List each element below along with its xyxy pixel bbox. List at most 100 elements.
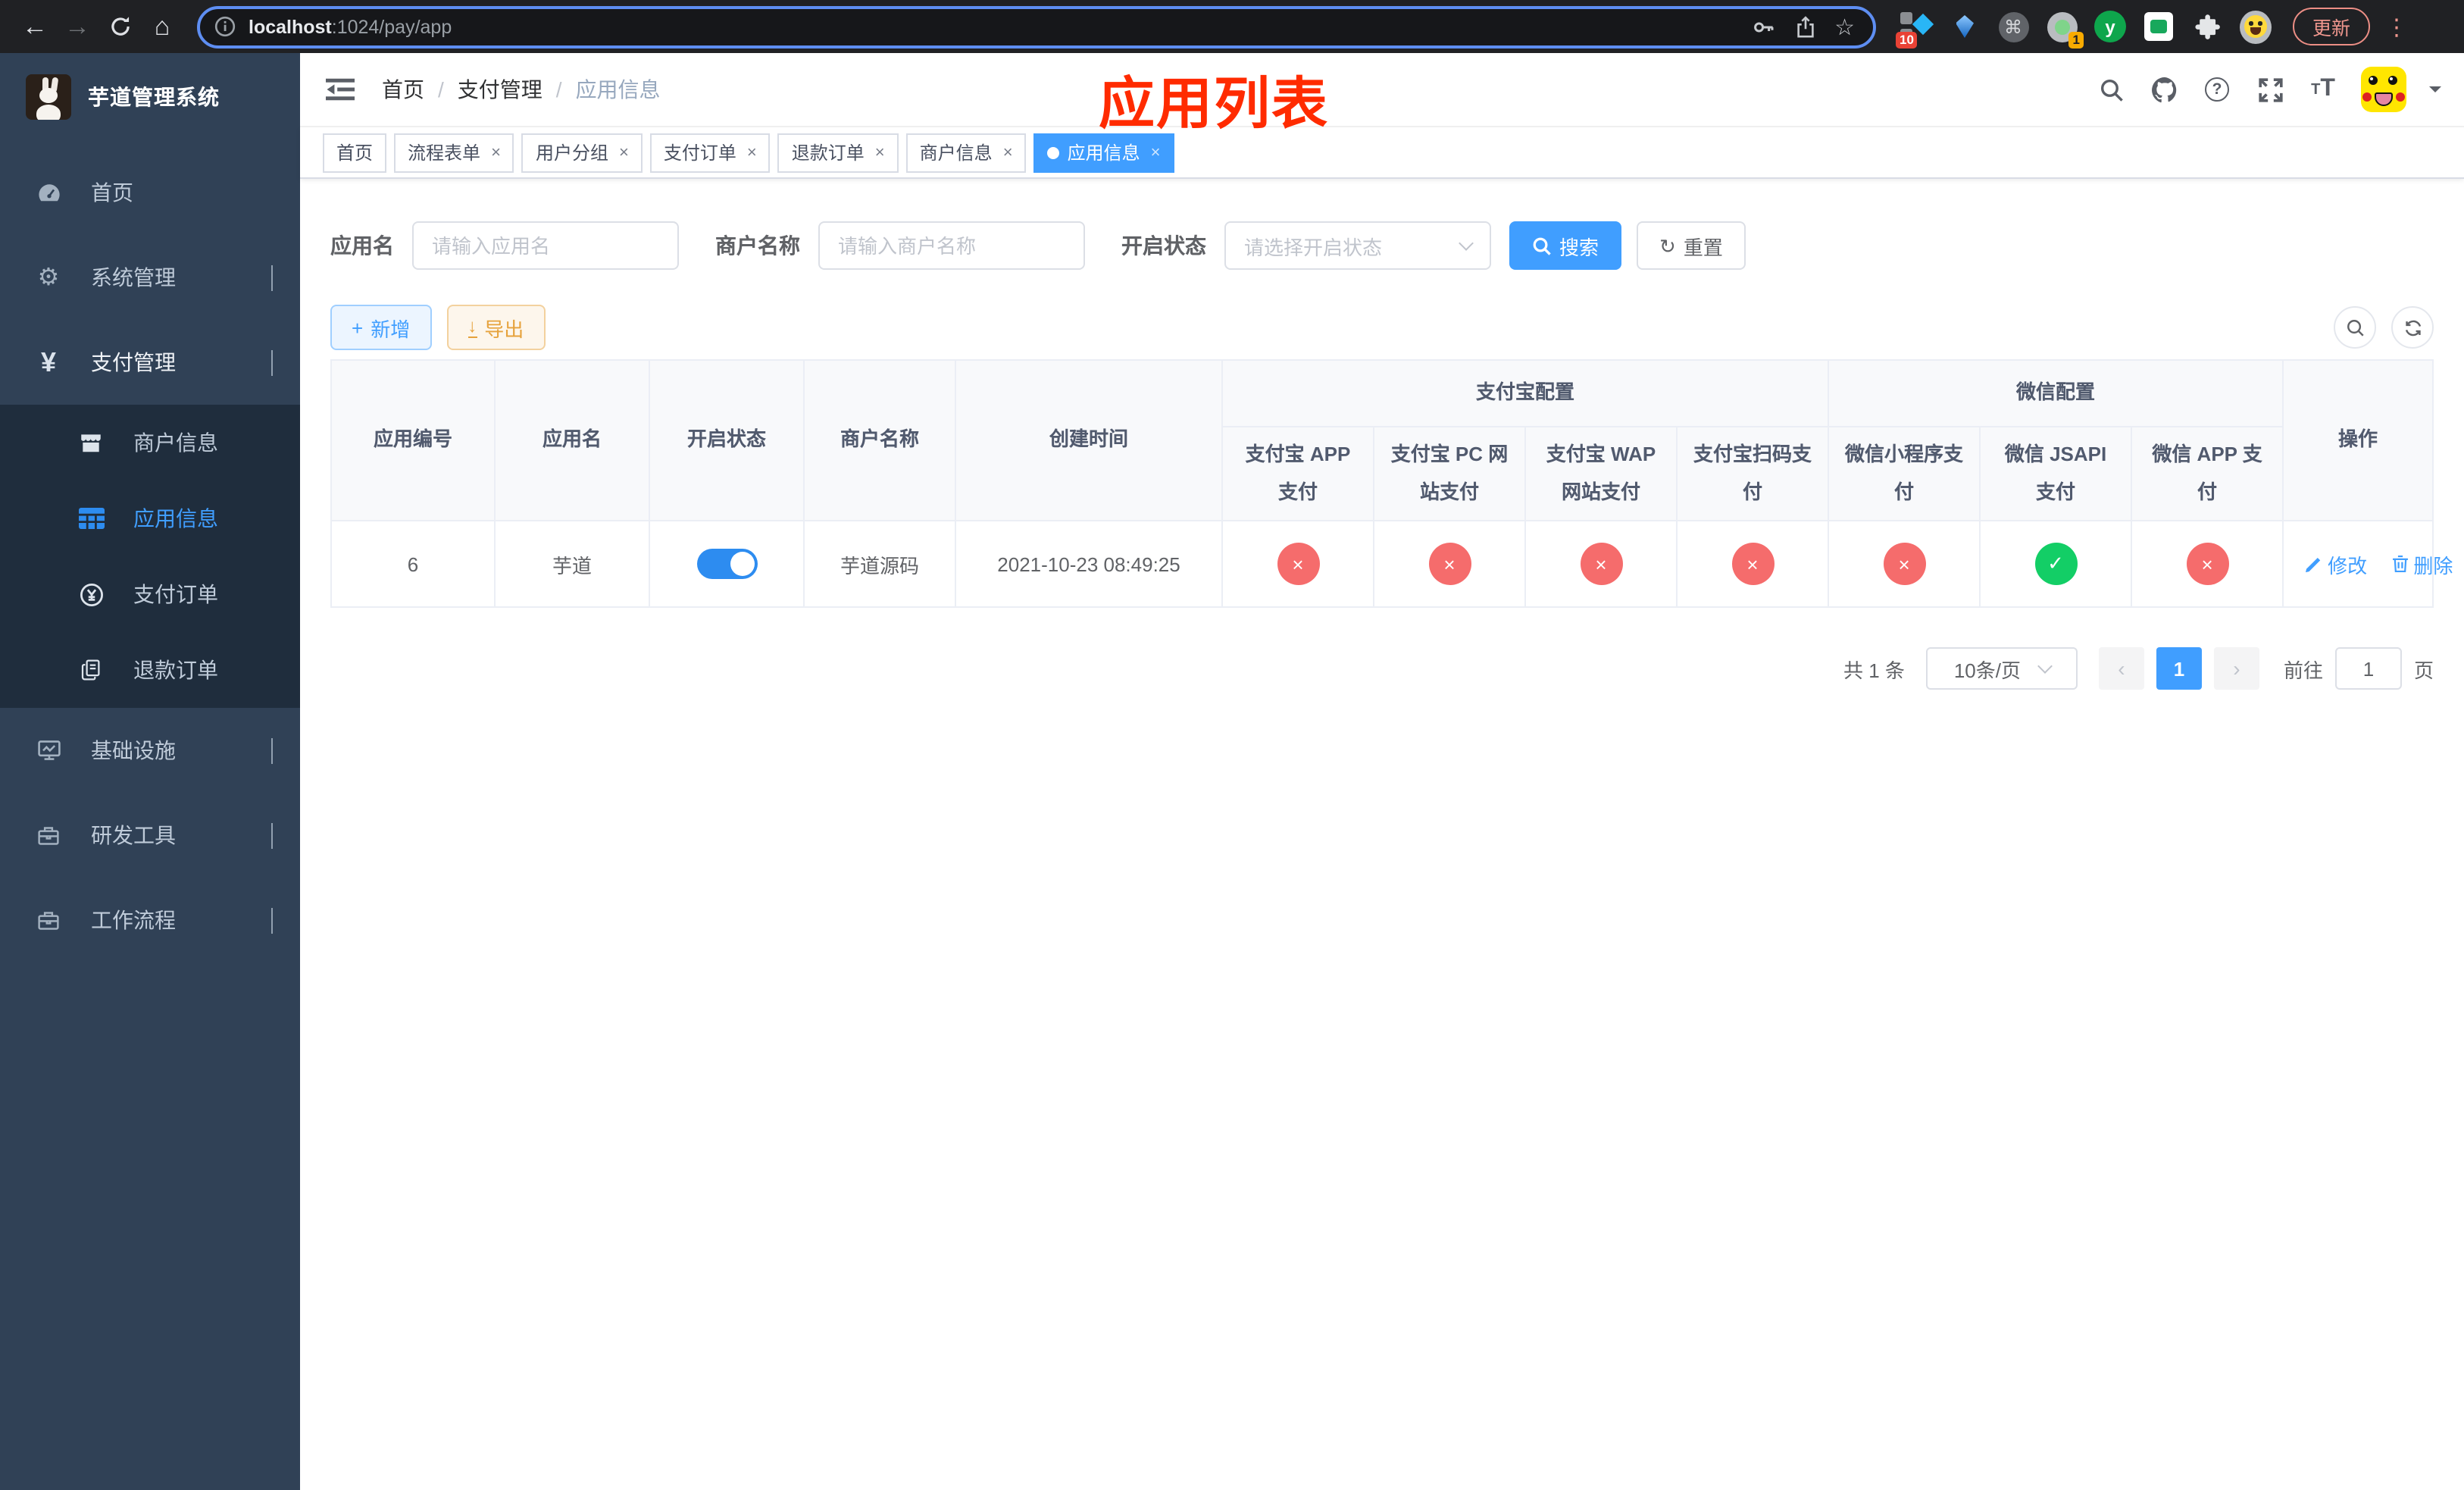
search-button[interactable]: 搜索 bbox=[1509, 221, 1622, 270]
sidebar-item-merchant-info[interactable]: 商户信息 bbox=[0, 405, 300, 480]
sidebar-item-workflow[interactable]: 工作流程 bbox=[0, 878, 300, 963]
sidebar-item-payment[interactable]: ¥ 支付管理 bbox=[0, 320, 300, 405]
url-text: localhost:1024/pay/app bbox=[249, 16, 452, 37]
bookmark-star-icon[interactable]: ☆ bbox=[1834, 13, 1855, 40]
alipay-qr-status-icon: × bbox=[1731, 543, 1774, 585]
delete-link[interactable]: 删除 bbox=[2391, 549, 2453, 578]
tags-view: 首页 流程表单 × 用户分组 × 支付订单 × 退款订单 × 商户信息 × 应用信息 × bbox=[300, 127, 2464, 179]
extension-camera-icon[interactable]: 1 bbox=[2046, 11, 2084, 49]
tab-user-group[interactable]: 用户分组 × bbox=[521, 133, 643, 172]
col-alipay-qr: 支付宝扫码支付 bbox=[1675, 426, 1830, 521]
col-alipay-pc: 支付宝 PC 网站支付 bbox=[1373, 426, 1526, 521]
chevron-down-icon bbox=[2037, 659, 2052, 674]
table-grid-icon bbox=[74, 508, 108, 529]
extension-gem-icon[interactable] bbox=[1949, 11, 1981, 42]
sidebar-toggle-icon[interactable] bbox=[323, 73, 356, 106]
browser-menu-icon[interactable]: ⋮ bbox=[2385, 13, 2408, 40]
next-page-button[interactable]: › bbox=[2213, 647, 2259, 690]
wx-mini-status-icon: × bbox=[1883, 543, 1926, 585]
cell-created: 2021-10-23 08:49:25 bbox=[955, 520, 1223, 608]
coin-yen-icon bbox=[74, 581, 108, 607]
site-info-icon[interactable] bbox=[206, 8, 242, 45]
sidebar-item-home[interactable]: 首页 bbox=[0, 150, 300, 235]
merchant-name-label: 商户名称 bbox=[715, 233, 800, 258]
tab-merchant-info[interactable]: 商户信息 × bbox=[905, 133, 1027, 172]
close-icon[interactable]: × bbox=[747, 143, 757, 161]
sidebar-item-dev-tools[interactable]: 研发工具 bbox=[0, 793, 300, 878]
url-bar[interactable]: localhost:1024/pay/app ☆ bbox=[197, 5, 1876, 48]
cell-actions: 修改 删除 bbox=[2282, 520, 2453, 608]
app-logo[interactable]: 芋道管理系统 bbox=[0, 53, 300, 141]
close-icon[interactable]: × bbox=[619, 143, 629, 161]
tab-refund-orders[interactable]: 退款订单 × bbox=[777, 133, 899, 172]
app-name-input[interactable] bbox=[412, 221, 679, 270]
col-alipay-wap: 支付宝 WAP 网站支付 bbox=[1524, 426, 1678, 521]
col-app-id: 应用编号 bbox=[330, 359, 496, 521]
close-icon[interactable]: × bbox=[491, 143, 501, 161]
payment-submenu: 商户信息 应用信息 支付订单 退款订单 bbox=[0, 405, 300, 708]
page-size-select[interactable]: 10条/页 bbox=[1925, 647, 2078, 690]
breadcrumb-payment[interactable]: 支付管理 bbox=[458, 74, 543, 105]
sidebar-item-refund-orders[interactable]: 退款订单 bbox=[0, 632, 300, 708]
edit-link[interactable]: 修改 bbox=[2305, 549, 2367, 578]
cell-app-name: 芋道 bbox=[494, 520, 650, 608]
password-key-icon[interactable] bbox=[1751, 14, 1775, 39]
reset-button[interactable]: ↻ 重置 bbox=[1637, 221, 1746, 270]
sidebar-item-system[interactable]: ⚙ 系统管理 bbox=[0, 235, 300, 320]
close-icon[interactable]: × bbox=[875, 143, 885, 161]
add-button[interactable]: + 新增 bbox=[330, 305, 432, 350]
extension-command-icon[interactable]: ⌘ bbox=[1997, 11, 2029, 42]
home-icon[interactable]: ⌂ bbox=[142, 7, 182, 46]
goto-page-input[interactable] bbox=[2334, 647, 2402, 690]
navbar: 首页 / 支付管理 / 应用信息 应用列表 ? T T bbox=[300, 53, 2464, 135]
sidebar-item-pay-orders[interactable]: 支付订单 bbox=[0, 556, 300, 632]
font-size-icon[interactable]: TT bbox=[2308, 74, 2338, 105]
extensions-puzzle-icon[interactable] bbox=[2191, 11, 2223, 42]
status-label: 开启状态 bbox=[1121, 233, 1206, 258]
share-icon[interactable] bbox=[1793, 14, 1816, 39]
table-row: 6 芋道 芋道源码 2021-10-23 08:49:25 × × × × × … bbox=[330, 520, 2453, 608]
refresh-table-button[interactable] bbox=[2391, 306, 2434, 349]
merchant-name-input[interactable] bbox=[818, 221, 1085, 270]
export-button[interactable]: ↓ 导出 bbox=[446, 305, 546, 350]
help-icon[interactable]: ? bbox=[2202, 74, 2232, 105]
extension-y-icon[interactable]: y bbox=[2094, 11, 2126, 42]
reload-icon[interactable] bbox=[100, 7, 139, 46]
header-search-icon[interactable] bbox=[2096, 74, 2126, 105]
user-avatar[interactable] bbox=[2361, 67, 2406, 112]
extension-chat-icon[interactable] bbox=[2143, 11, 2175, 42]
status-select[interactable]: 请选择开启状态 bbox=[1224, 221, 1491, 270]
profile-avatar-icon[interactable] bbox=[2240, 10, 2272, 43]
github-icon[interactable] bbox=[2149, 74, 2179, 105]
close-icon[interactable]: × bbox=[1151, 143, 1161, 161]
prev-page-button[interactable]: ‹ bbox=[2098, 647, 2144, 690]
breadcrumb-home[interactable]: 首页 bbox=[382, 74, 424, 105]
tab-app-info[interactable]: 应用信息 × bbox=[1033, 133, 1174, 172]
close-icon[interactable]: × bbox=[1003, 143, 1013, 161]
breadcrumb: 首页 / 支付管理 / 应用信息 bbox=[382, 74, 661, 105]
browser-window: ← → ⌂ localhost:1024/pay/app ☆ 10 ⌘ 1 y … bbox=[0, 0, 2464, 1490]
toolbox-icon bbox=[32, 909, 65, 931]
sidebar-item-infrastructure[interactable]: 基础设施 bbox=[0, 708, 300, 793]
fullscreen-icon[interactable] bbox=[2255, 74, 2285, 105]
chevron-down-icon bbox=[1459, 236, 1474, 251]
goto-label: 前往 bbox=[2283, 659, 2323, 681]
current-page-button[interactable]: 1 bbox=[2156, 647, 2202, 690]
alipay-wap-status-icon: × bbox=[1580, 543, 1622, 585]
tab-pay-orders[interactable]: 支付订单 × bbox=[649, 133, 771, 172]
tab-home[interactable]: 首页 bbox=[323, 133, 387, 172]
dashboard-icon bbox=[32, 180, 65, 205]
toggle-search-button[interactable] bbox=[2334, 306, 2376, 349]
store-icon bbox=[74, 431, 108, 454]
group-alipay-config: 支付宝配置 bbox=[1221, 359, 1830, 427]
forward-icon[interactable]: → bbox=[58, 7, 97, 46]
extension-blue-diamond-icon[interactable]: 10 bbox=[1896, 11, 1934, 49]
sidebar-item-app-info[interactable]: 应用信息 bbox=[0, 480, 300, 556]
group-wechat-config: 微信配置 bbox=[1828, 359, 2284, 427]
browser-toolbar: ← → ⌂ localhost:1024/pay/app ☆ 10 ⌘ 1 y … bbox=[0, 0, 2464, 53]
avatar-caret-icon[interactable] bbox=[2429, 86, 2441, 99]
back-icon[interactable]: ← bbox=[15, 7, 55, 46]
tab-process-form[interactable]: 流程表单 × bbox=[394, 133, 514, 172]
enabled-switch[interactable] bbox=[696, 549, 757, 579]
browser-update-button[interactable]: 更新 bbox=[2293, 8, 2371, 45]
